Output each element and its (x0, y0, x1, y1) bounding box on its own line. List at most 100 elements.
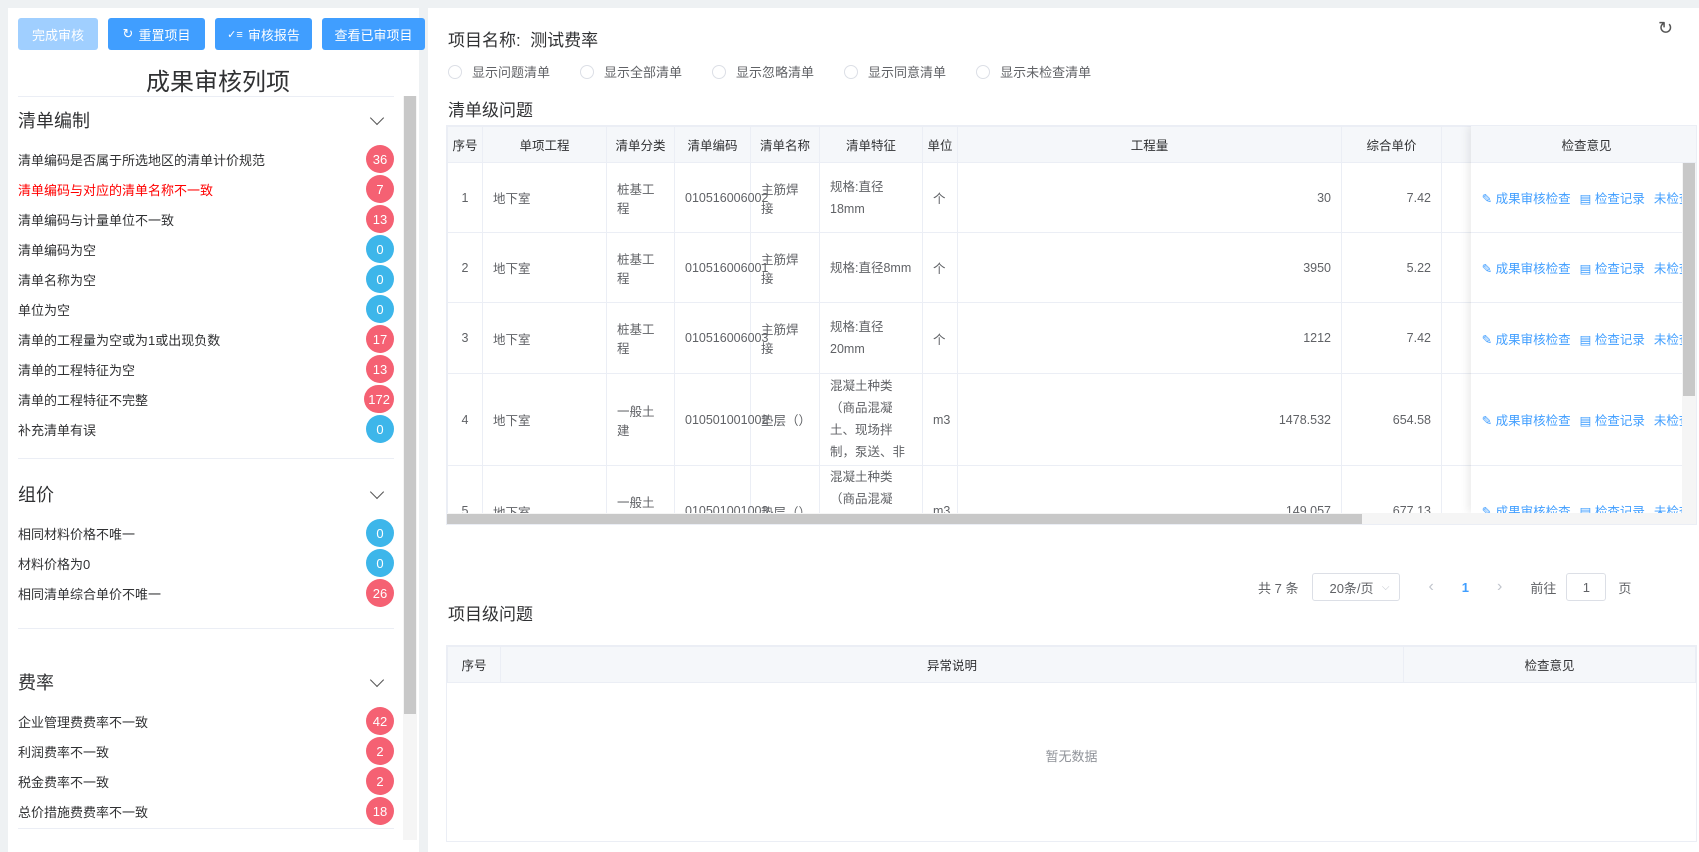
filter-radio[interactable]: 显示未检查清单 (976, 62, 1091, 81)
document-icon: ▤ (1579, 332, 1592, 347)
radio-circle-icon (712, 64, 727, 79)
radio-circle-icon (448, 64, 462, 79)
cell: 混凝土种类（商品混凝土、现场拌制，泵送、非泵送）:泵送商品混凝土//混凝土强度等… (819, 373, 923, 466)
cell: 3950 (957, 232, 1342, 303)
count-badge: 2 (366, 737, 394, 765)
count-badge: 42 (366, 707, 394, 735)
review-item[interactable]: 清单的工程特征为空 13 (18, 354, 394, 384)
review-item[interactable]: 补充清单有误 0 (18, 414, 394, 444)
cell: 地下室 (482, 302, 607, 374)
radio-circle-icon (580, 64, 595, 79)
column-header: 单项工程 (482, 126, 607, 163)
chevron-down-icon: ⌵ (1381, 581, 1390, 593)
count-badge: 0 (366, 519, 394, 547)
page-1[interactable]: 1 (1462, 580, 1469, 595)
review-item[interactable]: 总价措施费费率不一致 18 (18, 796, 394, 826)
cell: 010501001002 (674, 373, 768, 466)
goto-page-input[interactable] (1566, 573, 1607, 601)
view-reviewed-button[interactable]: 查看已审项目 (322, 18, 425, 50)
review-item[interactable]: 税金费率不一致 2 (18, 766, 394, 796)
count-badge: 18 (366, 797, 394, 825)
review-item[interactable]: 清单编码为空 0 (18, 234, 394, 264)
cell: 主筋焊接 (750, 162, 820, 233)
cell: 地下室 (482, 232, 607, 303)
review-item[interactable]: 清单的工程量为空或为1或出现负数 17 (18, 324, 394, 354)
scrollbar-thumb[interactable] (1683, 163, 1695, 396)
count-badge: 7 (366, 175, 394, 203)
review-item[interactable]: 相同清单综合单价不唯一 26 (18, 578, 394, 608)
table-horizontal-scrollbar[interactable] (447, 513, 1696, 524)
radio-circle-icon (976, 64, 991, 79)
review-item[interactable]: 利润费率不一致 2 (18, 736, 394, 766)
column-header: 单位 (922, 126, 958, 163)
empty-state: 暂无数据 (1045, 749, 1098, 764)
count-badge: 0 (366, 549, 394, 577)
section-header[interactable]: 费率 (18, 658, 394, 706)
chevron-down-icon (369, 484, 385, 499)
chevron-down-icon (369, 110, 385, 125)
table-row-actions: ✎ 成果审核检查 ▤ 检查记录 未检查 (1471, 374, 1696, 466)
refresh-icon[interactable]: ↻ (1658, 18, 1673, 39)
check-record-link[interactable]: ▤ 检查记录 (1580, 188, 1645, 207)
filter-radio[interactable]: 显示问题清单 (448, 62, 550, 81)
review-item[interactable]: 单位为空 0 (18, 294, 394, 324)
count-badge: 13 (366, 205, 394, 233)
review-check-link[interactable]: ✎ 成果审核检查 (1482, 258, 1571, 277)
edit-icon: ✎ (1481, 414, 1493, 428)
page-size-select[interactable]: 20条/页 ⌵ (1312, 573, 1401, 601)
review-check-link[interactable]: ✎ 成果审核检查 (1482, 188, 1571, 207)
document-icon: ▤ (1579, 192, 1592, 206)
count-badge: 17 (366, 325, 394, 353)
filter-radio-group: 显示问题清单 显示全部清单 显示忽略清单 显示同意清单 显示未检查清单 (448, 62, 1091, 81)
cell: 地下室 (482, 162, 607, 233)
cell: 1 (447, 162, 483, 233)
divider (18, 458, 394, 459)
reset-project-button[interactable]: ↻ 重置项目 (108, 18, 205, 50)
review-item[interactable]: 企业管理费费率不一致 42 (18, 706, 394, 736)
check-record-link[interactable]: ▤ 检查记录 (1580, 410, 1645, 429)
cell: 规格:直径18mm (819, 162, 923, 233)
filter-radio[interactable]: 显示全部清单 (580, 62, 682, 81)
next-page-button[interactable]: › (1497, 578, 1502, 596)
check-record-link[interactable]: ▤ 检查记录 (1580, 258, 1645, 277)
bill-issues-title: 清单级问题 (448, 101, 533, 120)
edit-icon: ✎ (1481, 192, 1493, 206)
filter-radio[interactable]: 显示忽略清单 (712, 62, 814, 81)
cell: 654.58 (1341, 373, 1442, 466)
review-item[interactable]: 清单的工程特征不完整 172 (18, 384, 394, 414)
review-item[interactable]: 相同材料价格不唯一 0 (18, 518, 394, 548)
section-header[interactable]: 清单编制 (18, 96, 394, 144)
section-1: 组价 相同材料价格不唯一 0 材料价格为0 0 相同清单综合单价不唯一 26 (18, 470, 394, 608)
cell: 主筋焊接 (750, 232, 820, 303)
scrollbar-thumb[interactable] (404, 96, 416, 714)
pagination: 共 7 条 20条/页⌵ ‹ 1 › 前往 页 (1258, 572, 1631, 602)
scrollbar[interactable] (403, 96, 417, 840)
prev-page-button[interactable]: ‹ (1428, 578, 1433, 596)
check-record-link[interactable]: ▤ 检查记录 (1580, 329, 1645, 348)
document-icon: ▤ (1579, 414, 1592, 428)
review-item[interactable]: 清单名称为空 0 (18, 264, 394, 294)
review-item[interactable]: 材料价格为0 0 (18, 548, 394, 578)
column-header: 异常说明 (500, 646, 1404, 683)
cell: 桩基工程 (606, 162, 675, 233)
review-item[interactable]: 清单编码与计量单位不一致 13 (18, 204, 394, 234)
scrollbar-thumb[interactable] (447, 514, 1362, 524)
review-check-link[interactable]: ✎ 成果审核检查 (1482, 410, 1571, 429)
project-issues-table: 序号 异常说明 检查意见 暂无数据 (446, 645, 1697, 842)
complete-review-button[interactable]: 完成审核 (18, 18, 98, 50)
section-header[interactable]: 组价 (18, 470, 394, 518)
count-badge: 2 (366, 767, 394, 795)
review-report-button[interactable]: ✓≡ 审核报告 (215, 18, 312, 50)
review-check-link[interactable]: ✎ 成果审核检查 (1482, 329, 1571, 348)
review-item[interactable]: 清单编码是否属于所选地区的清单计价规范 36 (18, 144, 394, 174)
table-row-actions: ✎ 成果审核检查 ▤ 检查记录 未检查 (1471, 303, 1696, 374)
cell: 桩基工程 (606, 302, 675, 374)
filter-radio[interactable]: 显示同意清单 (844, 62, 946, 81)
table-vertical-scrollbar[interactable] (1682, 163, 1696, 513)
cell: 个 (922, 162, 958, 233)
table-row-actions: ✎ 成果审核检查 ▤ 检查记录 未检查 (1471, 163, 1696, 233)
count-badge: 0 (366, 235, 394, 263)
refresh-icon: ↻ (122, 26, 134, 41)
review-item[interactable]: 清单编码与对应的清单名称不一致 7 (18, 174, 394, 204)
count-badge: 172 (364, 385, 394, 413)
